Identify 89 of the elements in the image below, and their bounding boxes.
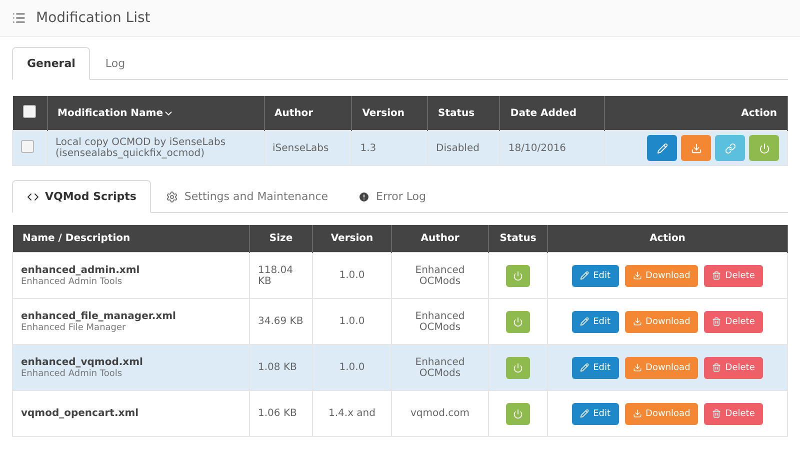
column-header: Author xyxy=(274,108,314,118)
status-toggle-button[interactable] xyxy=(506,402,530,424)
trash-icon xyxy=(712,363,722,372)
alert-icon xyxy=(358,190,370,202)
trash-icon xyxy=(712,409,722,418)
trash-icon xyxy=(712,317,722,326)
script-name: enhanced_vqmod.xml xyxy=(21,356,143,368)
pencil-icon xyxy=(580,363,590,372)
table-cell-text: Enhanced OCMods xyxy=(414,264,466,286)
trash-icon xyxy=(712,271,722,280)
power-icon xyxy=(513,362,523,372)
pencil-icon xyxy=(580,271,590,280)
row-checkbox[interactable] xyxy=(21,140,34,153)
table-cell-text: Enhanced OCMods xyxy=(414,356,466,378)
table-cell: 1.0.0 xyxy=(339,316,365,327)
table-cell: 1.4.x and xyxy=(328,408,376,419)
table-cell: 34.69 KB xyxy=(258,316,304,327)
table-cell: iSenseLabs xyxy=(272,142,329,154)
tab[interactable]: Error Log xyxy=(343,180,442,213)
delete-button[interactable]: Delete xyxy=(704,264,763,286)
status-toggle-button[interactable] xyxy=(506,356,530,378)
column-header[interactable]: Modification Name xyxy=(58,108,163,118)
pencil-icon xyxy=(580,317,590,326)
column-header: Name / Description xyxy=(22,233,130,244)
script-description: Enhanced Admin Tools xyxy=(21,368,122,378)
table-cell: 1.0.0 xyxy=(339,270,365,281)
table-cell: 18/10/2016 xyxy=(508,142,566,154)
column-header: Version xyxy=(330,233,374,244)
tab[interactable]: Settings and Maintenance xyxy=(151,180,344,213)
column-header: Version xyxy=(362,108,404,118)
delete-button[interactable]: Delete xyxy=(704,402,763,424)
download-button[interactable]: Download xyxy=(624,310,698,332)
column-header: Date Added xyxy=(510,108,576,118)
script-description: Enhanced File Manager xyxy=(21,322,126,332)
pencil-icon xyxy=(580,409,590,418)
table-cell: 1.0.0 xyxy=(339,362,365,373)
status-toggle-button[interactable] xyxy=(506,264,530,286)
power-icon xyxy=(758,142,770,154)
script-name: enhanced_file_manager.xml xyxy=(21,310,176,322)
download-icon xyxy=(690,142,702,154)
table-cell: 1.3 xyxy=(360,142,376,154)
table-cell-text: 118.04 KB xyxy=(258,264,294,286)
column-header: Status xyxy=(438,108,475,118)
tab[interactable]: VQMod Scripts xyxy=(12,180,152,213)
download-icon xyxy=(632,317,642,326)
edit-button[interactable] xyxy=(647,135,677,161)
table-cell: vqmod.com xyxy=(410,408,470,419)
table-cell: 1.06 KB xyxy=(258,408,297,419)
code-icon xyxy=(27,190,39,202)
script-name: enhanced_admin.xml xyxy=(21,264,140,276)
tab[interactable]: Log xyxy=(90,47,140,80)
edit-button[interactable]: Edit xyxy=(572,310,619,332)
download-icon xyxy=(632,363,642,372)
edit-button[interactable]: Edit xyxy=(572,402,619,424)
gears-icon xyxy=(166,190,178,202)
delete-button[interactable]: Delete xyxy=(704,310,763,332)
link-button[interactable] xyxy=(715,135,745,161)
download-button[interactable]: Download xyxy=(624,264,698,286)
column-header: Status xyxy=(500,233,536,244)
modification-name: Local copy OCMOD by iSenseLabs xyxy=(56,137,226,148)
download-icon xyxy=(632,271,642,280)
edit-button[interactable]: Edit xyxy=(572,264,619,286)
edit-button[interactable]: Edit xyxy=(572,356,619,378)
power-icon xyxy=(513,316,523,326)
table-cell: Disabled xyxy=(436,142,480,154)
pencil-icon xyxy=(656,142,668,154)
power-icon xyxy=(513,408,523,418)
column-header: Action xyxy=(741,108,777,118)
status-toggle-button[interactable] xyxy=(506,310,530,332)
column-header: Author xyxy=(420,233,460,244)
script-name: vqmod_opencart.xml xyxy=(21,408,139,419)
tab[interactable]: General xyxy=(12,47,90,80)
script-description: Enhanced Admin Tools xyxy=(21,276,122,286)
list-icon xyxy=(12,11,26,25)
download-button[interactable]: Download xyxy=(624,356,698,378)
download-button[interactable] xyxy=(681,135,711,161)
power-icon xyxy=(513,270,523,280)
download-icon xyxy=(632,409,642,418)
modification-code: (isensealabs_quickfix_ocmod) xyxy=(56,148,205,159)
delete-button[interactable]: Delete xyxy=(704,356,763,378)
column-header: Action xyxy=(650,233,686,244)
page-title: Modification List xyxy=(36,10,150,26)
select-all-checkbox[interactable] xyxy=(22,105,36,118)
table-cell-text: Enhanced OCMods xyxy=(414,310,466,332)
column-header: Size xyxy=(269,233,293,244)
link-icon xyxy=(724,142,736,154)
download-button[interactable]: Download xyxy=(624,402,698,424)
table-cell: 1.08 KB xyxy=(258,362,297,373)
power-button[interactable] xyxy=(749,135,779,161)
